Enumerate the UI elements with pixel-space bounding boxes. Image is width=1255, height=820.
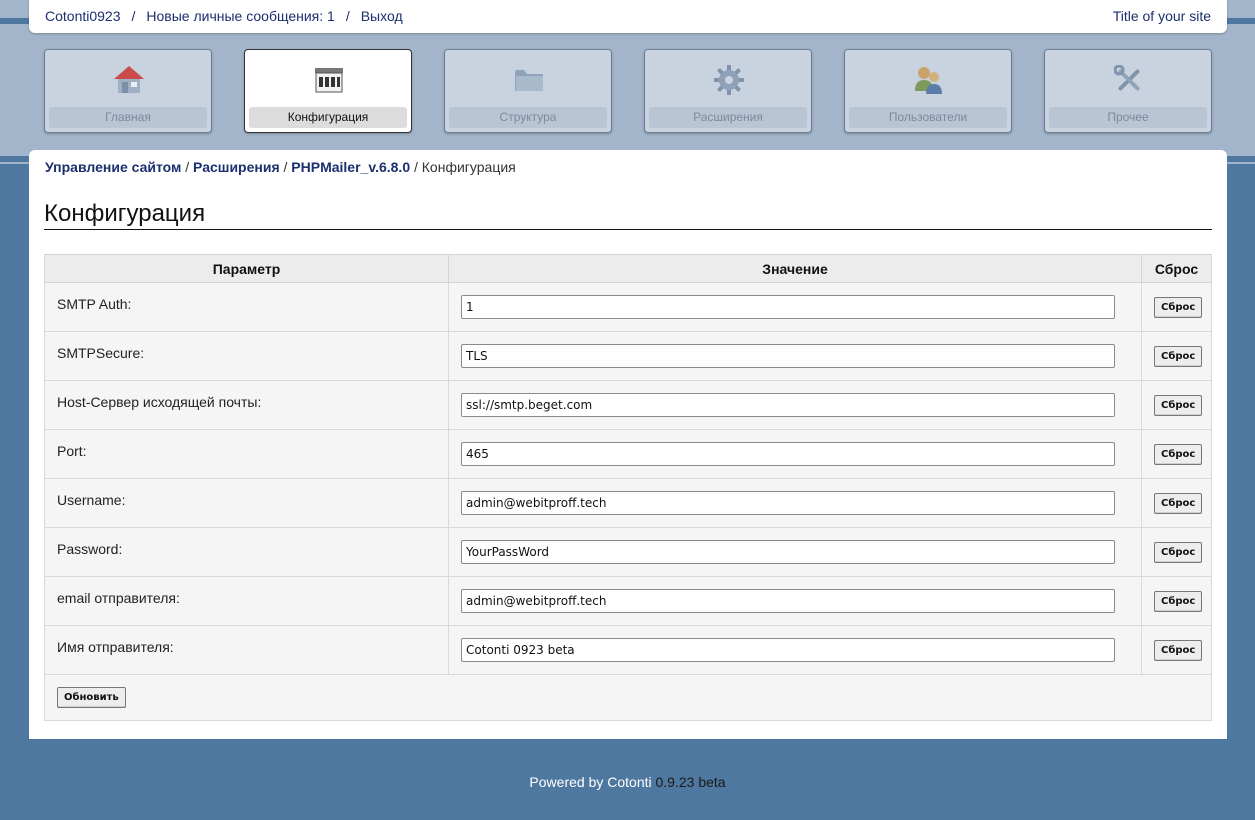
tab-other[interactable]: Прочее [1044, 49, 1212, 133]
reset-button[interactable]: Сброс [1154, 346, 1203, 367]
reset-button[interactable]: Сброс [1154, 444, 1203, 465]
param-label: Port: [43, 429, 450, 479]
admin-tabs: Главная Конфигурация Структура Расширени… [44, 49, 1212, 133]
smtp-password-input[interactable] [461, 540, 1116, 564]
smtp-username-input[interactable] [461, 491, 1116, 515]
reset-button[interactable]: Сброс [1154, 297, 1203, 318]
reset-button[interactable]: Сброс [1154, 591, 1203, 612]
page-title: Конфигурация [44, 200, 1212, 230]
header-value: Значение [448, 254, 1143, 283]
top-bar: Cotonti0923 / Новые личные сообщения: 1 / Вы… [29, 0, 1227, 33]
table-row: email отправителя: Сброс [43, 576, 1212, 626]
smtp-secure-input[interactable] [461, 344, 1116, 368]
main-content: Управление сайтом / Расширения / PHPMail… [29, 150, 1227, 739]
config-icon [312, 63, 346, 97]
update-button[interactable]: Обновить [57, 687, 126, 708]
table-footer-row: Обновить [44, 674, 1212, 721]
config-table: Параметр Значение Сброс SMTP Auth: Сброс… [43, 254, 1212, 721]
breadcrumb-separator: / [414, 159, 418, 175]
tab-label: Пользователи [849, 107, 1007, 128]
header-parameter: Параметр [43, 254, 450, 283]
site-title[interactable]: Title of your site [1113, 8, 1211, 24]
reset-button[interactable]: Сброс [1154, 493, 1203, 514]
folder-icon [512, 63, 546, 97]
tab-label: Структура [449, 107, 607, 128]
breadcrumb-extensions[interactable]: Расширения [193, 159, 280, 175]
sender-email-input[interactable] [461, 589, 1116, 613]
tab-label: Прочее [1049, 107, 1207, 128]
table-row: Password: Сброс [43, 527, 1212, 577]
nav-separator: / [131, 8, 136, 24]
user-nav: Cotonti0923 / Новые личные сообщения: 1 / Вы… [45, 8, 403, 24]
param-label: SMTPSecure: [43, 331, 450, 381]
tab-home[interactable]: Главная [44, 49, 212, 133]
version-text: 0.9.23 beta [655, 774, 726, 790]
breadcrumb-separator: / [283, 159, 288, 175]
param-label: SMTP Auth: [43, 282, 450, 332]
param-label: Имя отправителя: [43, 625, 450, 675]
nav-separator: / [345, 8, 350, 24]
tab-label: Главная [49, 107, 207, 128]
breadcrumb-current: Конфигурация [421, 159, 516, 175]
param-label: Username: [43, 478, 450, 528]
breadcrumb-separator: / [185, 159, 190, 175]
tab-users[interactable]: Пользователи [844, 49, 1012, 133]
breadcrumb-phpmailer[interactable]: PHPMailer_v.6.8.0 [291, 159, 410, 175]
logout-link[interactable]: Выход [361, 8, 403, 24]
tab-configuration[interactable]: Конфигурация [244, 49, 412, 133]
smtp-port-input[interactable] [461, 442, 1116, 466]
sender-name-input[interactable] [461, 638, 1116, 662]
param-label: Host-Сервер исходящей почты: [43, 380, 450, 430]
tools-icon [1112, 63, 1146, 97]
table-row: Имя отправителя: Сброс [43, 625, 1212, 675]
breadcrumb-site-admin[interactable]: Управление сайтом [45, 159, 181, 175]
table-header-row: Параметр Значение Сброс [43, 254, 1212, 283]
param-label: email отправителя: [43, 576, 450, 626]
tab-structure[interactable]: Структура [444, 49, 612, 133]
home-icon [112, 63, 146, 97]
reset-button[interactable]: Сброс [1154, 395, 1203, 416]
header-reset: Сброс [1141, 254, 1212, 283]
tab-label: Конфигурация [249, 107, 407, 128]
private-messages-link[interactable]: Новые личные сообщения: 1 [146, 8, 334, 24]
footer: Powered by Cotonti 0.9.23 beta [0, 774, 1255, 790]
smtp-auth-input[interactable] [461, 295, 1116, 319]
users-icon [912, 63, 946, 97]
table-row: Host-Сервер исходящей почты: Сброс [43, 380, 1212, 430]
table-row: Username: Сброс [43, 478, 1212, 528]
powered-by-text[interactable]: Powered by Cotonti [529, 774, 651, 790]
param-label: Password: [43, 527, 450, 577]
table-row: Port: Сброс [43, 429, 1212, 479]
gear-icon [712, 63, 746, 97]
table-row: SMTPSecure: Сброс [43, 331, 1212, 381]
tab-label: Расширения [649, 107, 807, 128]
reset-button[interactable]: Сброс [1154, 542, 1203, 563]
table-row: SMTP Auth: Сброс [43, 282, 1212, 332]
tab-extensions[interactable]: Расширения [644, 49, 812, 133]
smtp-host-input[interactable] [461, 393, 1116, 417]
breadcrumb: Управление сайтом / Расширения / PHPMail… [45, 159, 516, 175]
user-profile-link[interactable]: Cotonti0923 [45, 8, 121, 24]
reset-button[interactable]: Сброс [1154, 640, 1203, 661]
